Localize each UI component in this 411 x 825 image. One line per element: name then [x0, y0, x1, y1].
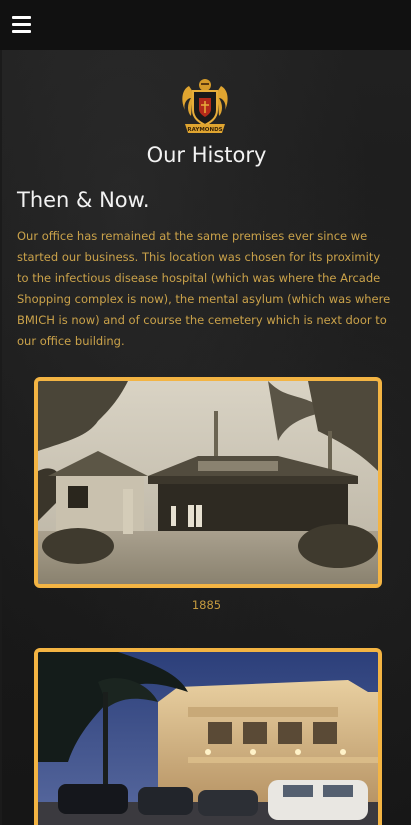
- hamburger-menu-icon[interactable]: [12, 16, 32, 36]
- historic-office-building-photo: [38, 381, 378, 584]
- section-heading: Then & Now.: [17, 188, 150, 212]
- photo-frame-1885: [34, 377, 382, 588]
- history-paragraph: Our office has remained at the same prem…: [17, 229, 391, 348]
- top-navbar: [0, 0, 411, 50]
- history-content: RAYMONDS Our History Then & Now. Our off…: [2, 50, 411, 825]
- menu-line: [12, 16, 31, 19]
- menu-line: [12, 23, 31, 26]
- photo-caption-1885: 1885: [191, 598, 222, 612]
- family-crest-logo: RAYMONDS: [182, 79, 228, 133]
- photo-frame-now: [34, 648, 382, 825]
- crest-banner-text: RAYMONDS: [187, 127, 222, 133]
- page-title: Our History: [146, 143, 267, 167]
- modern-office-building-night-photo: [38, 652, 378, 825]
- menu-line: [12, 30, 31, 33]
